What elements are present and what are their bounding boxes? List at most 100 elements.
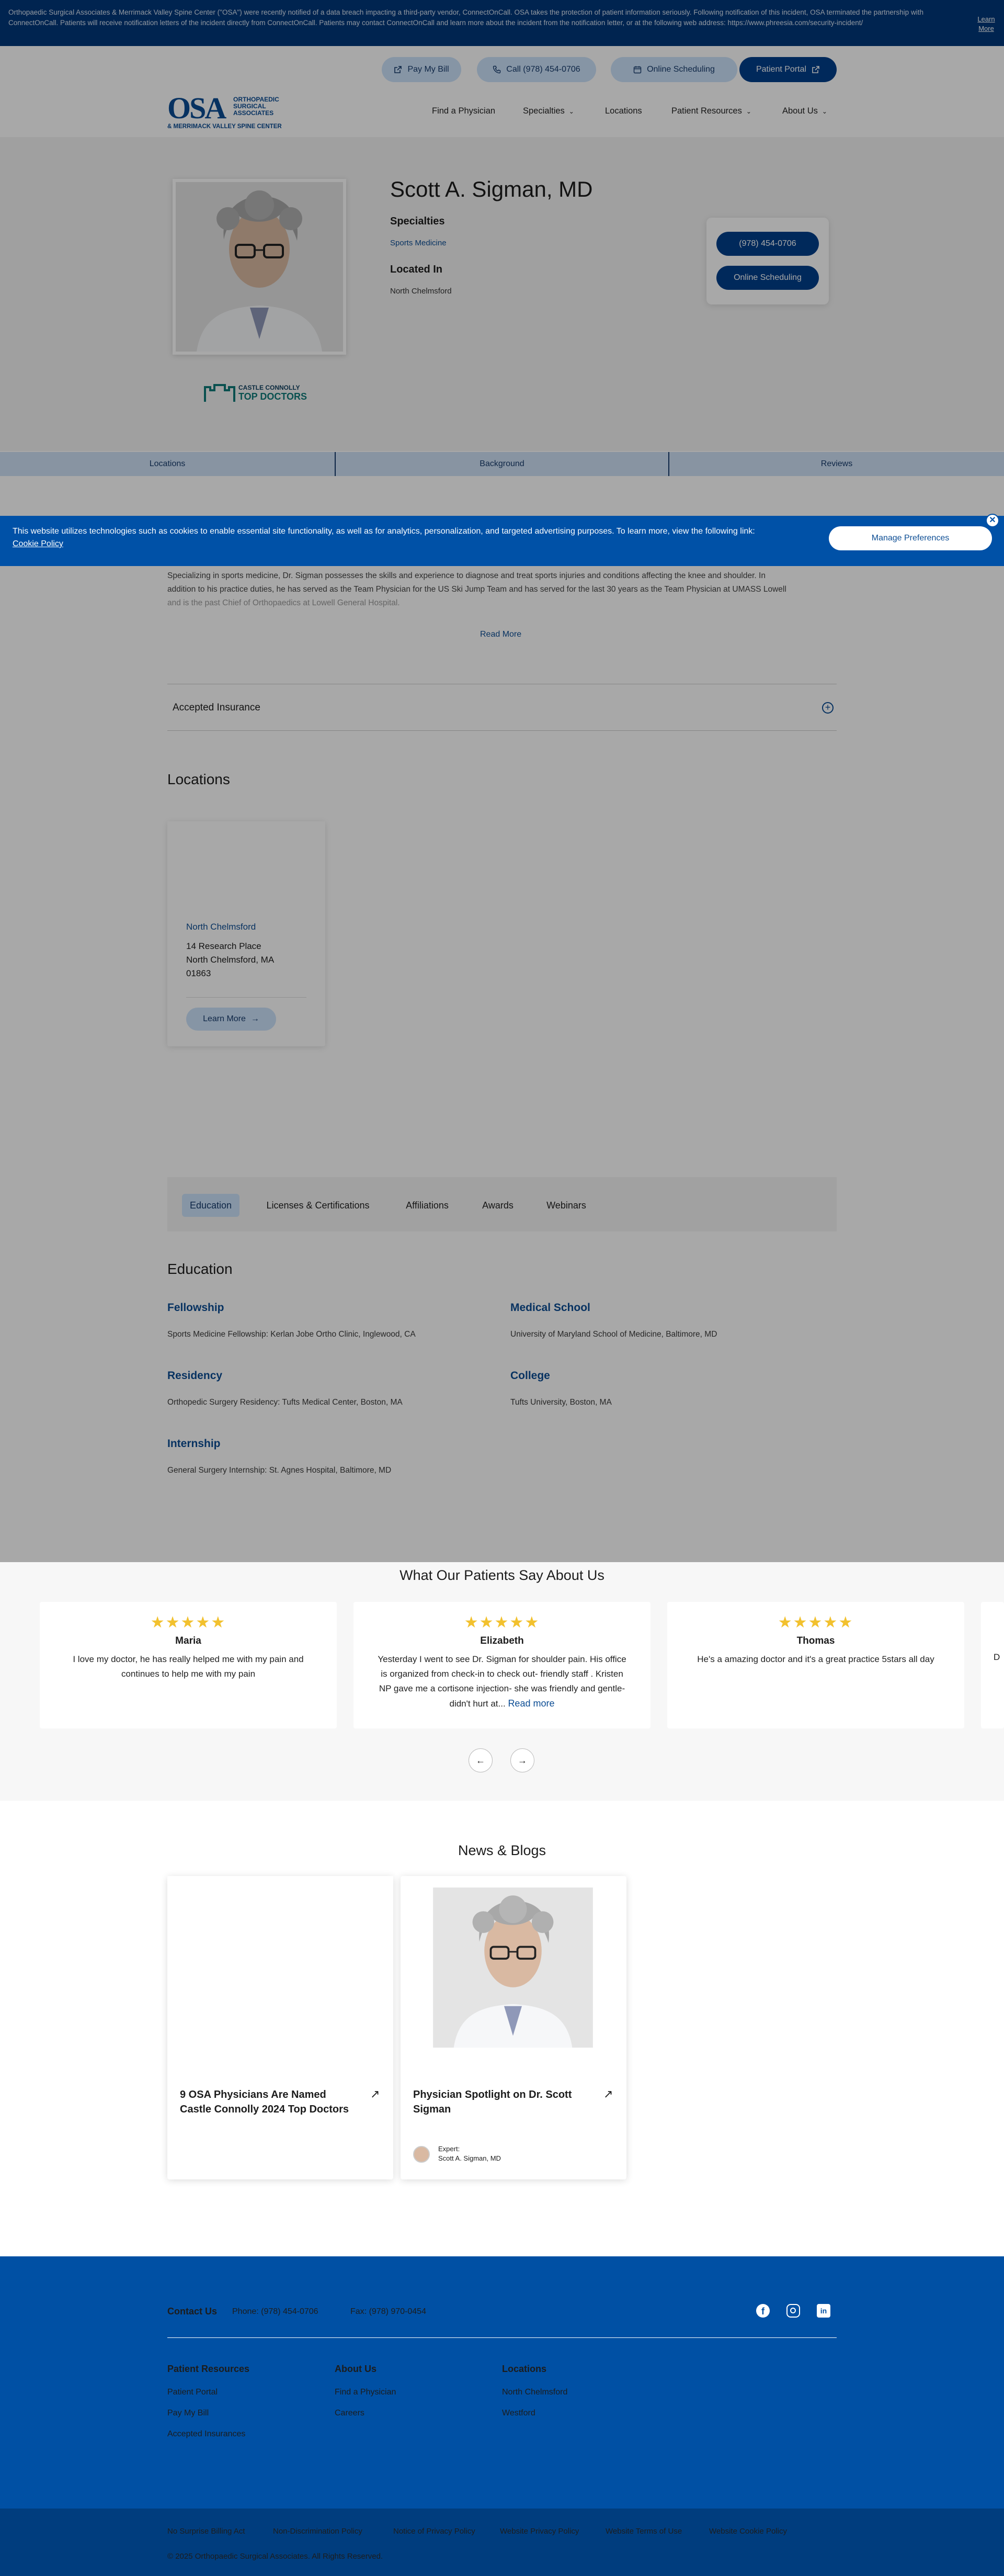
legal-link-website-privacy[interactable]: Website Privacy Policy — [500, 2527, 579, 2536]
specialties-label: Specialties — [390, 216, 445, 227]
phone-icon — [493, 65, 501, 74]
contact-card — [706, 218, 829, 304]
online-scheduling-button[interactable]: Online Scheduling — [611, 57, 737, 82]
section-tab-locations[interactable]: Locations — [0, 452, 335, 476]
facebook-icon[interactable]: f — [756, 2304, 770, 2318]
footer-link-find-physician[interactable]: Find a Physician — [335, 2388, 396, 2397]
expert-label: Expert: — [438, 2145, 460, 2153]
prev-review-button[interactable]: ← — [469, 1748, 493, 1772]
footer — [0, 2256, 1004, 2509]
manage-preferences-button[interactable]: Manage Preferences — [829, 526, 992, 550]
news-card[interactable]: 9 OSA Physicians Are Named Castle Connol… — [167, 1876, 393, 2179]
legal-link-terms[interactable]: Website Terms of Use — [606, 2527, 682, 2536]
badge-line1: CASTLE CONNOLLY — [238, 384, 300, 391]
footer-about-heading: About Us — [335, 2364, 376, 2374]
accepted-insurance-accordion[interactable]: Accepted Insurance + — [167, 684, 837, 731]
legal-bar — [0, 2509, 1004, 2576]
external-link-icon — [394, 66, 402, 73]
patient-portal-label: Patient Portal — [756, 65, 807, 74]
footer-phone[interactable]: Phone: (978) 454-0706 — [232, 2307, 318, 2317]
locations-heading: Locations — [167, 771, 230, 787]
footer-link-careers[interactable]: Careers — [335, 2409, 364, 2418]
news-card[interactable]: Physician Spotlight on Dr. Scott Sigman … — [401, 1876, 626, 2179]
close-icon[interactable]: ✕ — [986, 514, 999, 527]
footer-link-patient-portal[interactable]: Patient Portal — [167, 2388, 218, 2397]
tab-affiliations[interactable]: Affiliations — [393, 1194, 461, 1217]
legal-link-non-discrimination[interactable]: Non-Discrimination Policy — [273, 2527, 362, 2536]
nav-about-us-label: About Us — [782, 106, 818, 116]
patient-portal-button[interactable]: Patient Portal — [739, 57, 837, 82]
logo-line3: ASSOCIATES — [233, 109, 274, 117]
legal-link-no-surprise[interactable]: No Surprise Billing Act — [167, 2527, 245, 2536]
location-learn-more-button[interactable]: Learn More → — [186, 1008, 276, 1031]
bio-line1: Specializing in sports medicine, Dr. Sig… — [167, 571, 766, 580]
logo-line4: & MERRIMACK VALLEY SPINE CENTER — [167, 123, 282, 130]
footer-link-north-chelmsford[interactable]: North Chelmsford — [502, 2388, 567, 2397]
call-button[interactable]: Call (978) 454-0706 — [477, 57, 596, 82]
review-card: ★★★★★ Elizabeth Yesterday I went to see … — [353, 1602, 651, 1728]
footer-link-westford[interactable]: Westford — [502, 2409, 535, 2418]
calendar-icon — [633, 66, 642, 74]
footer-link-accepted-insurances[interactable]: Accepted Insurances — [167, 2430, 245, 2439]
nav-find-physician[interactable]: Find a Physician — [432, 106, 495, 116]
location-street: 14 Research Place — [186, 941, 261, 951]
tab-awards[interactable]: Awards — [473, 1194, 523, 1217]
chevron-down-icon: ⌄ — [568, 107, 574, 115]
instagram-icon[interactable] — [786, 2304, 800, 2318]
review-card: ★★★★★ Thomas He's a amazing doctor and i… — [667, 1602, 964, 1728]
footer-locations-heading: Locations — [502, 2364, 547, 2374]
section-tab-background[interactable]: Background — [335, 452, 669, 476]
footer-contact-link[interactable]: Contact Us — [167, 2306, 217, 2317]
cookie-policy-link[interactable]: Cookie Policy — [13, 539, 63, 548]
section-tab-reviews[interactable]: Reviews — [669, 452, 1004, 476]
bio-read-more-link[interactable]: Read More — [480, 630, 521, 639]
arrow-up-right-icon: ↗ — [370, 2087, 380, 2100]
alert-learn-more-link[interactable]: Learn More — [976, 15, 997, 33]
tab-webinars[interactable]: Webinars — [538, 1194, 595, 1217]
next-review-button[interactable]: → — [510, 1748, 534, 1772]
review-text: He's a amazing doctor and it's a great p… — [697, 1654, 934, 1664]
footer-fax: Fax: (978) 970-0454 — [350, 2307, 426, 2316]
call-physician-button[interactable]: (978) 454-0706 — [716, 232, 819, 256]
physician-online-scheduling-button[interactable]: Online Scheduling — [716, 266, 819, 290]
arrow-left-icon: ← — [476, 1755, 485, 1766]
data-breach-alert: Orthopaedic Surgical Associates & Merrim… — [0, 0, 1004, 46]
located-in-value: North Chelmsford — [390, 287, 452, 296]
pay-bill-button[interactable]: Pay My Bill — [382, 57, 461, 82]
nav-about-us[interactable]: About Us ⌄ — [782, 106, 827, 116]
footer-link-pay-bill[interactable]: Pay My Bill — [167, 2409, 209, 2418]
osa-logo[interactable]: OSA ORTHOPAEDIC SURGICAL ASSOCIATES & ME… — [167, 93, 293, 131]
location-zip: 01863 — [186, 968, 211, 978]
arrow-right-icon: → — [250, 1014, 259, 1023]
news-image — [167, 1876, 393, 2080]
tab-licenses[interactable]: Licenses & Certifications — [255, 1194, 381, 1217]
physician-photo — [173, 179, 346, 355]
internship-value: General Surgery Internship: St. Agnes Ho… — [167, 1466, 392, 1475]
news-title: 9 OSA Physicians Are Named Castle Connol… — [180, 2089, 349, 2115]
physician-bio: Specializing in sports medicine, Dr. Sig… — [167, 569, 837, 610]
arrow-up-right-icon: ↗ — [603, 2087, 613, 2100]
nav-specialties[interactable]: Specialties ⌄ — [523, 106, 574, 116]
review-text-wrapper: Yesterday I went to see Dr. Sigman for s… — [374, 1652, 630, 1711]
medical-school-label: Medical School — [510, 1302, 590, 1314]
review-text: I love my doctor, he has really helped m… — [73, 1654, 304, 1679]
fellowship-value: Sports Medicine Fellowship: Kerlan Jobe … — [167, 1330, 416, 1339]
review-author: Elizabeth — [480, 1635, 524, 1646]
specialty-link[interactable]: Sports Medicine — [390, 239, 447, 247]
internship-label: Internship — [167, 1438, 221, 1450]
tab-education[interactable]: Education — [182, 1194, 239, 1217]
linkedin-icon[interactable]: in — [817, 2304, 830, 2318]
nav-specialties-label: Specialties — [523, 106, 565, 116]
legal-link-cookie[interactable]: Website Cookie Policy — [709, 2527, 787, 2536]
chevron-down-icon: ⌄ — [746, 107, 751, 115]
legal-link-notice-privacy[interactable]: Notice of Privacy Policy — [393, 2527, 475, 2536]
call-label: Call (978) 454-0706 — [506, 65, 580, 74]
online-scheduling-label: Online Scheduling — [647, 65, 715, 74]
residency-label: Residency — [167, 1370, 223, 1382]
avatar — [413, 2146, 430, 2163]
expert-name: Scott A. Sigman, MD — [438, 2154, 501, 2162]
located-in-label: Located In — [390, 264, 443, 275]
review-read-more-link[interactable]: Read more — [508, 1698, 554, 1709]
nav-patient-resources[interactable]: Patient Resources ⌄ — [671, 106, 751, 116]
nav-locations[interactable]: Locations — [605, 106, 642, 116]
